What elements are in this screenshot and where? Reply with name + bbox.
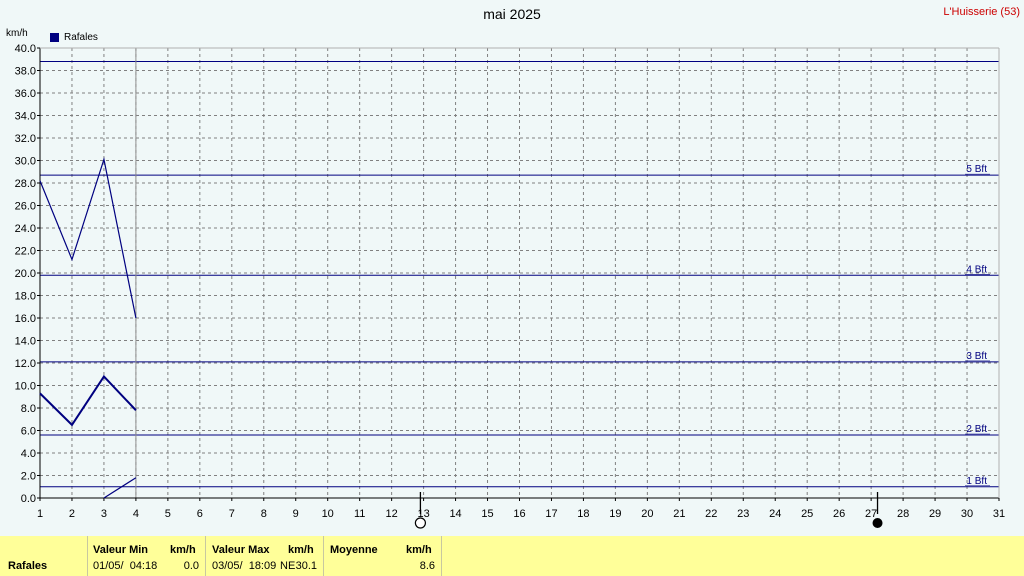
y-tick-label: 4.0	[21, 448, 36, 460]
y-tick-label: 6.0	[21, 426, 36, 438]
x-tick-label: 17	[545, 508, 557, 520]
mean-header: Moyenne	[330, 544, 378, 556]
x-tick-label: 12	[386, 508, 398, 520]
x-tick-label: 27	[865, 508, 877, 520]
x-tick-label: 6	[197, 508, 203, 520]
x-tick-label: 10	[322, 508, 334, 520]
y-tick-label: 28.0	[15, 178, 36, 190]
x-tick-label: 15	[481, 508, 493, 520]
y-tick-label: 38.0	[15, 66, 36, 78]
min-header: Valeur Min	[93, 544, 149, 556]
x-tick-label: 21	[673, 508, 685, 520]
stats-row-label: Rafales	[8, 560, 48, 572]
beaufort-label: 4 Bft	[966, 264, 987, 275]
beaufort-label: 1 Bft	[966, 476, 987, 487]
x-tick-label: 3	[101, 508, 107, 520]
stats-footer: Rafales Valeur Min km/h 01/05/ 04:18 0.0…	[0, 536, 1024, 576]
y-tick-label: 20.0	[15, 268, 36, 280]
x-tick-label: 30	[961, 508, 973, 520]
y-tick-label: 16.0	[15, 313, 36, 325]
x-tick-label: 24	[769, 508, 781, 520]
y-tick-label: 8.0	[21, 403, 36, 415]
y-tick-label: 22.0	[15, 246, 36, 258]
max-date: 03/05/ 18:09	[212, 560, 277, 572]
beaufort-label: 5 Bft	[966, 164, 987, 175]
wind-gust-chart: 1 Bft 2 Bft 3 Bft 4 Bft 5 Bft 0.0 2.0 4.0 6.0 8.0…	[15, 43, 1005, 529]
mean-value: 8.6	[419, 560, 435, 572]
max-unit: km/h	[288, 544, 314, 556]
max-header: Valeur Max	[212, 544, 270, 556]
beaufort-label: 2 Bft	[966, 424, 987, 435]
x-tick-label: 25	[801, 508, 813, 520]
beaufort-label: 3 Bft	[966, 351, 987, 362]
y-tick-label: 40.0	[15, 43, 36, 55]
stats-min-cell: Valeur Min km/h 01/05/ 04:18 0.0	[88, 536, 206, 576]
x-tick-label: 28	[897, 508, 909, 520]
new-moon-icon	[872, 518, 883, 528]
x-tick-label: 7	[229, 508, 235, 520]
y-tick-label: 36.0	[15, 88, 36, 100]
x-tick-label: 22	[705, 508, 717, 520]
stats-row-label-cell: Rafales	[0, 536, 88, 576]
min-unit: km/h	[170, 544, 196, 556]
max-value: 30.1	[295, 560, 317, 572]
x-tick-label: 23	[737, 508, 749, 520]
x-tick-label: 11	[354, 508, 365, 520]
x-tick-label: 26	[833, 508, 845, 520]
y-tick-label: 30.0	[15, 156, 36, 168]
y-tick-label: 2.0	[21, 471, 36, 483]
x-tick-label: 8	[261, 508, 267, 520]
x-tick-label: 19	[609, 508, 621, 520]
y-tick-label: 0.0	[21, 493, 36, 505]
y-tick-label: 34.0	[15, 111, 36, 123]
x-tick-label: 2	[69, 508, 75, 520]
mean-unit: km/h	[406, 544, 432, 556]
x-tick-label: 20	[641, 508, 653, 520]
y-tick-label: 12.0	[15, 358, 36, 370]
x-tick-label: 31	[993, 508, 1005, 520]
y-tick-label: 32.0	[15, 133, 36, 145]
y-tick-label: 14.0	[15, 336, 36, 348]
x-tick-label: 4	[133, 508, 139, 520]
y-tick-label: 26.0	[15, 201, 36, 213]
max-direction: NE	[280, 560, 296, 572]
min-date: 01/05/ 04:18	[93, 560, 158, 572]
full-moon-icon	[414, 517, 427, 529]
x-tick-label: 16	[513, 508, 525, 520]
y-tick-label: 18.0	[15, 291, 36, 303]
stats-mean-cell: Moyenne km/h 8.6	[324, 536, 442, 576]
x-tick-label: 9	[293, 508, 299, 520]
x-tick-label: 5	[165, 508, 171, 520]
x-tick-label: 1	[37, 508, 43, 520]
min-value: 0.0	[183, 560, 199, 572]
x-tick-label: 29	[929, 508, 941, 520]
x-tick-label: 14	[449, 508, 461, 520]
y-tick-label: 24.0	[15, 223, 36, 235]
y-tick-label: 10.0	[15, 381, 36, 393]
stats-max-cell: Valeur Max km/h 03/05/ 18:09 NE 30.1	[206, 536, 324, 576]
x-tick-label: 18	[577, 508, 589, 520]
